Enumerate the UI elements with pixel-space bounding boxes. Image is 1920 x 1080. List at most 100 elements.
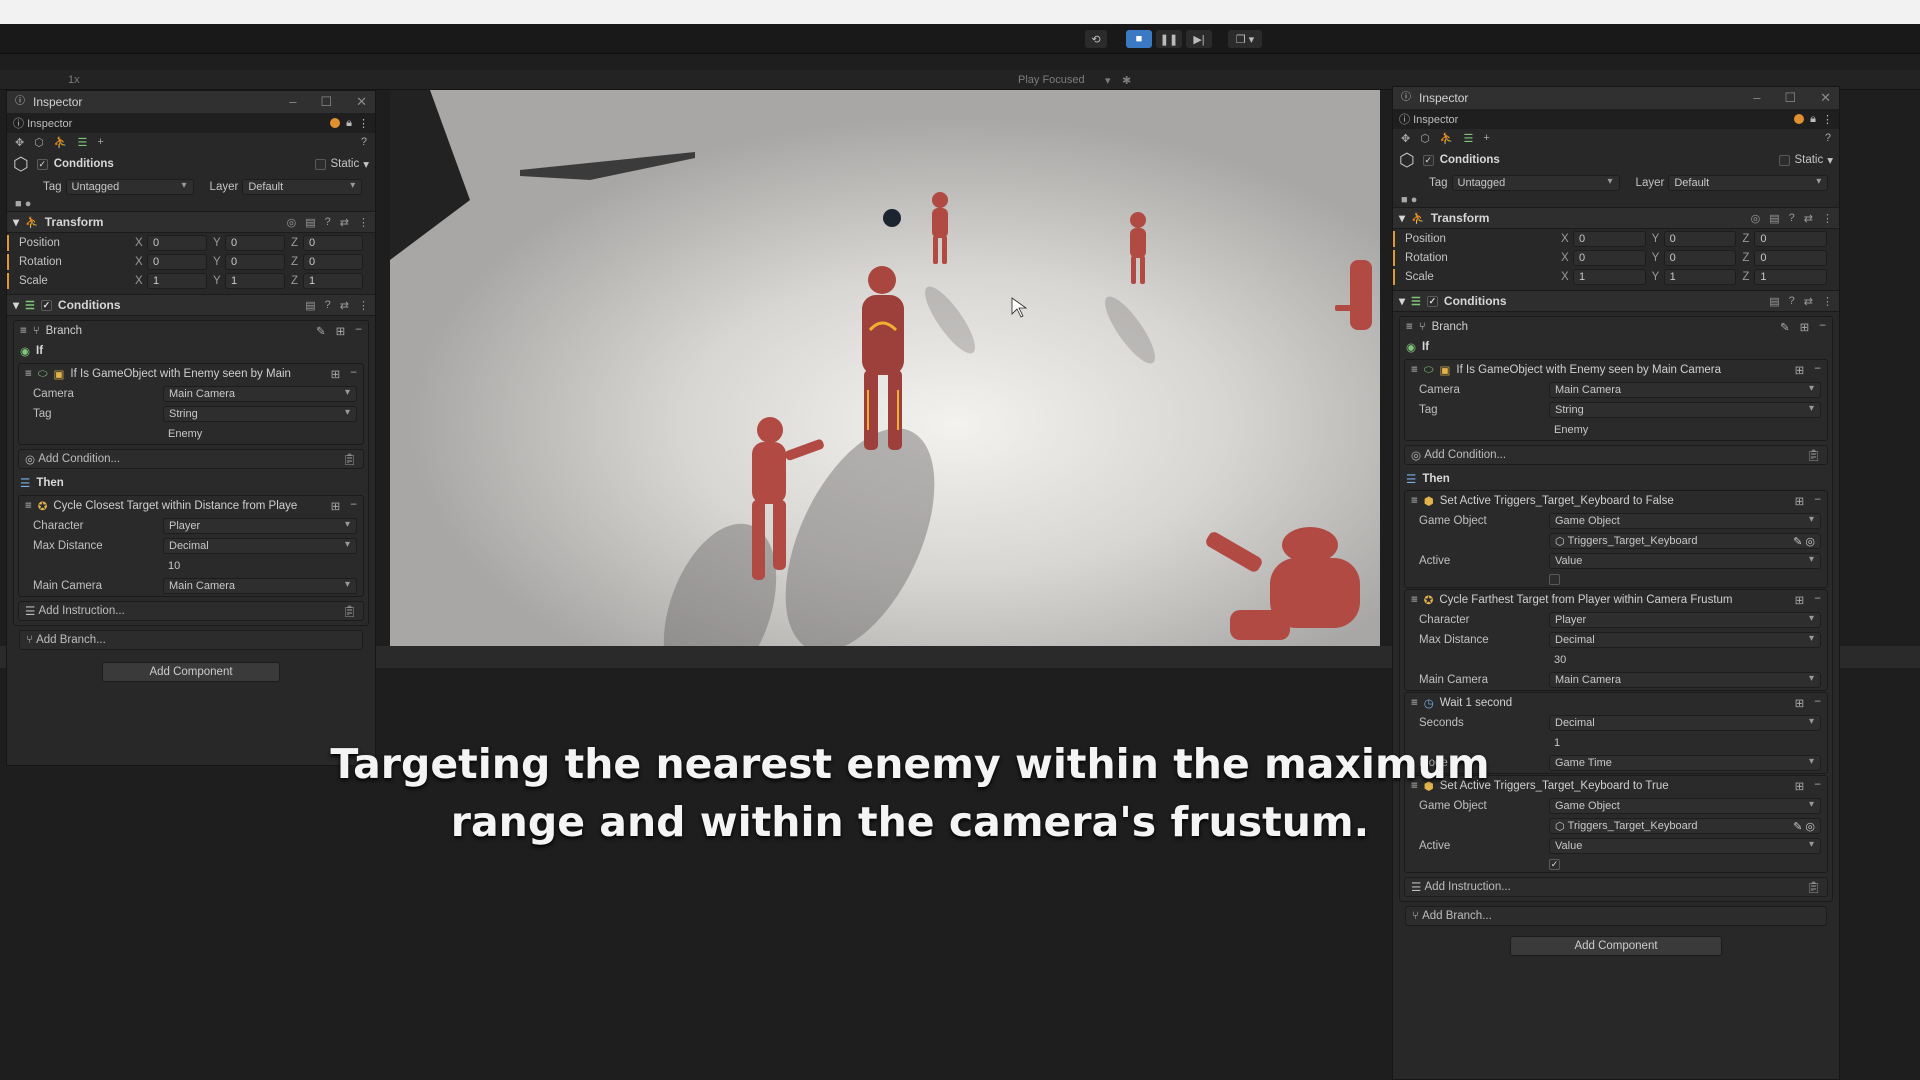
layout-icon[interactable]: ❐ ▾ <box>1228 30 1262 48</box>
drag-handle-icon[interactable]: ≡ <box>1411 697 1418 709</box>
play-focused-dropdown[interactable]: Play Focused <box>1018 74 1085 86</box>
paste-icon[interactable]: 📋︎ <box>342 604 357 618</box>
active-checkbox[interactable]: ✓ <box>1549 858 1560 870</box>
maximize-icon[interactable]: ☐ <box>320 94 332 110</box>
game-object-type-dropdown[interactable]: Game Object <box>1549 513 1821 529</box>
expand-icon[interactable]: ⊞ <box>331 499 341 513</box>
minimize-icon[interactable]: – <box>289 94 296 110</box>
active-checkbox[interactable] <box>1549 573 1560 585</box>
tab-inspector[interactable]: ⓘ Inspector <box>1399 111 1458 127</box>
expand-icon[interactable]: ⊞ <box>1795 593 1805 607</box>
expand-icon[interactable]: ⊞ <box>1795 363 1805 377</box>
drag-handle-icon[interactable]: ≡ <box>25 368 32 380</box>
transform-y-field[interactable]: 0 <box>1663 230 1737 247</box>
tag-text-field[interactable]: Enemy <box>1549 422 1821 438</box>
transform-z-field[interactable]: 0 <box>303 234 363 251</box>
condition-header[interactable]: ≡ ⬭ ▣ If Is GameObject with Enemy seen b… <box>1405 360 1827 380</box>
static-checkbox[interactable] <box>315 158 327 170</box>
person-icon[interactable]: ⛹ <box>54 136 68 149</box>
remove-icon[interactable]: − <box>1814 363 1821 377</box>
add-instruction-button[interactable]: ☰ Add Instruction... 📋︎ <box>18 601 364 621</box>
expand-icon[interactable]: ⊞ <box>331 367 341 381</box>
preset-icon[interactable]: ▤ <box>305 216 315 229</box>
globe-icon[interactable]: ◎ <box>287 216 297 229</box>
expand-icon[interactable]: ⊞ <box>336 324 346 338</box>
add-condition-button[interactable]: ◎ Add Condition... 📋︎ <box>18 449 364 469</box>
tag-dropdown[interactable]: Untagged <box>65 179 194 195</box>
more-icon[interactable]: ⋮ <box>358 117 369 130</box>
branch-header[interactable]: ≡ ⑂ Branch ✎ ⊞ − <box>14 321 368 341</box>
preset-icon[interactable]: ▤ <box>1769 212 1779 225</box>
settings-icon[interactable]: ⇄ <box>340 216 349 229</box>
conditions-header[interactable]: ▾ ☰ ✓ Conditions ▤? ⇄ ⋮ <box>7 294 375 316</box>
settings-icon[interactable]: ⇄ <box>340 299 349 312</box>
edit-icon[interactable]: ✎ <box>1780 320 1790 334</box>
camera-dropdown[interactable]: Main Camera <box>163 386 357 402</box>
transform-header[interactable]: ▾ ⛹ Transform ◎ ▤? ⇄ ⋮ <box>1393 207 1839 229</box>
more-icon[interactable]: ⋮ <box>358 216 369 229</box>
add-branch-button[interactable]: ⑂ Add Branch... <box>19 630 363 650</box>
transform-x-field[interactable]: 0 <box>1573 249 1646 266</box>
object-name[interactable]: Conditions <box>1440 154 1500 166</box>
conditions-enabled-checkbox[interactable]: ✓ <box>40 299 52 311</box>
drag-handle-icon[interactable]: ≡ <box>1411 364 1418 376</box>
plus-icon[interactable]: + <box>1483 132 1489 144</box>
bug-icon[interactable]: ✱ <box>1122 74 1131 87</box>
remove-icon[interactable]: − <box>1814 696 1821 710</box>
instruction-header[interactable]: ≡ ✪ Cycle Closest Target within Distance… <box>19 496 363 516</box>
remove-icon[interactable]: − <box>1814 494 1821 508</box>
preset-icon[interactable]: ▤ <box>305 299 315 312</box>
more-icon[interactable]: ⋮ <box>1822 113 1833 126</box>
camera-dropdown[interactable]: Main Camera <box>1549 382 1821 398</box>
toggle-icon[interactable]: ⬭ <box>1424 364 1434 377</box>
instruction-header[interactable]: ≡ ◷ Wait 1 second ⊞ − <box>1405 693 1827 713</box>
instruction-header[interactable]: ≡ ⬢ Set Active Triggers_Target_Keyboard … <box>1405 491 1827 511</box>
game-object-type-dropdown[interactable]: Game Object <box>1549 798 1821 814</box>
drag-handle-icon[interactable]: ≡ <box>20 325 27 337</box>
tab-inspector[interactable]: ⓘ Inspector <box>13 115 72 131</box>
close-icon[interactable]: ✕ <box>356 94 367 110</box>
tag-type-dropdown[interactable]: String <box>163 406 357 422</box>
main-camera-dropdown[interactable]: Main Camera <box>1549 672 1821 688</box>
edit-icon[interactable]: ✎ <box>316 324 326 338</box>
object-name[interactable]: Conditions <box>54 158 114 170</box>
globe-icon[interactable]: ◎ <box>1751 212 1761 225</box>
plus-icon[interactable]: + <box>97 136 103 148</box>
transform-x-field[interactable]: 0 <box>147 234 207 251</box>
add-component-button[interactable]: Add Component <box>102 662 280 682</box>
more-icon[interactable]: ⋮ <box>1822 212 1833 225</box>
playmode-speed[interactable]: 1x <box>68 74 80 86</box>
tag-text-field[interactable]: Enemy <box>163 426 357 442</box>
inspector-titlebar[interactable]: ⓘ Inspector – ☐ ✕ <box>7 91 375 113</box>
transform-x-field[interactable]: 1 <box>1573 268 1646 285</box>
expand-icon[interactable]: ⊞ <box>1800 320 1810 334</box>
settings-icon[interactable]: ⇄ <box>1804 212 1813 225</box>
transform-x-field[interactable]: 0 <box>1573 230 1646 247</box>
paste-icon[interactable]: 📋︎ <box>1806 448 1821 462</box>
transform-z-field[interactable]: 0 <box>1754 249 1828 266</box>
minimize-icon[interactable]: – <box>1753 90 1760 106</box>
expand-icon[interactable]: ⊞ <box>1795 779 1805 793</box>
move-icon[interactable]: ✥ <box>15 136 24 149</box>
conditions-icon[interactable]: ☰ <box>1464 132 1474 145</box>
help-icon[interactable]: ? <box>325 216 331 229</box>
help-icon[interactable]: ? <box>1825 132 1831 144</box>
layer-dropdown[interactable]: Default <box>1668 175 1829 191</box>
mode-dropdown[interactable]: Game Time <box>1549 755 1821 771</box>
game-object-field[interactable]: ⬡ Triggers_Target_Keyboard ✎ ◎ <box>1549 818 1821 834</box>
drag-handle-icon[interactable]: ≡ <box>25 500 32 512</box>
seconds-field[interactable]: 1 <box>1549 735 1821 751</box>
transform-x-field[interactable]: 1 <box>147 272 207 289</box>
conditions-header[interactable]: ▾ ☰ ✓ Conditions ▤? ⇄ ⋮ <box>1393 290 1839 312</box>
remove-icon[interactable]: − <box>350 367 357 381</box>
tag-type-dropdown[interactable]: String <box>1549 402 1821 418</box>
drag-handle-icon[interactable]: ≡ <box>1406 321 1413 333</box>
max-distance-type-dropdown[interactable]: Decimal <box>1549 632 1821 648</box>
add-instruction-button[interactable]: ☰ Add Instruction... 📋︎ <box>1404 877 1828 897</box>
remove-icon[interactable]: − <box>1819 320 1826 334</box>
pause-icon[interactable]: ❚❚ <box>1156 30 1182 48</box>
help-icon[interactable]: ? <box>1789 295 1795 308</box>
target-picker-icon[interactable]: ✎ ◎ <box>1793 535 1815 548</box>
more-icon[interactable]: ⋮ <box>1822 295 1833 308</box>
help-icon[interactable]: ? <box>1789 212 1795 225</box>
